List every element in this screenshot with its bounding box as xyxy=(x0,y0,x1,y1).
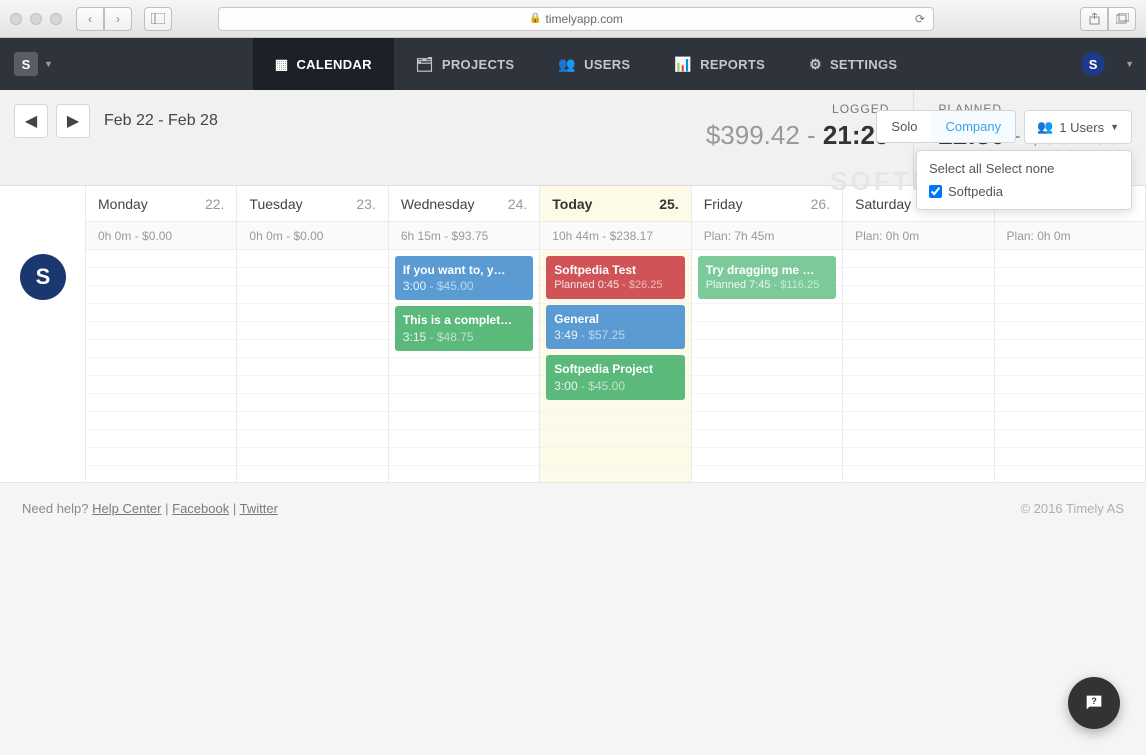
prev-week-button[interactable]: ◀ xyxy=(14,104,48,138)
day-body[interactable]: If you want to, y…3:00 - $45.00 This is a… xyxy=(389,250,539,482)
tab-reports[interactable]: 📊 REPORTS xyxy=(652,38,787,90)
day-column: Today25.10h 44m - $238.17Softpedia TestP… xyxy=(540,186,691,482)
calendar-event[interactable]: Softpedia Project3:00 - $45.00 xyxy=(546,355,684,399)
user-avatar[interactable]: S xyxy=(1081,52,1105,76)
help-chat-button[interactable]: ? xyxy=(1068,677,1120,729)
date-range: Feb 22 - Feb 28 xyxy=(90,90,218,185)
next-week-button[interactable]: ▶ xyxy=(56,104,90,138)
view-mode-segmented: Solo Company xyxy=(876,110,1016,143)
minimize-window-icon[interactable] xyxy=(30,13,42,25)
back-button[interactable]: ‹ xyxy=(76,7,104,31)
user-filter-checkbox[interactable] xyxy=(929,185,942,198)
day-header: Monday22. xyxy=(86,186,236,222)
calendar-event[interactable]: Try dragging me …Planned 7:45 - $116.25 xyxy=(698,256,836,299)
chevron-down-icon[interactable]: ▼ xyxy=(1125,59,1134,69)
select-all-link[interactable]: Select all xyxy=(929,161,982,176)
day-header: Friday26. xyxy=(692,186,842,222)
url-text: timelyapp.com xyxy=(546,12,623,26)
day-body[interactable] xyxy=(86,250,236,482)
day-header: Tuesday23. xyxy=(237,186,387,222)
twitter-link[interactable]: Twitter xyxy=(240,501,278,516)
day-summary: 6h 15m - $93.75 xyxy=(389,222,539,250)
lock-icon: 🔒 xyxy=(529,13,541,24)
seg-company[interactable]: Company xyxy=(931,111,1015,142)
help-center-link[interactable]: Help Center xyxy=(92,501,161,516)
users-icon: 👥 xyxy=(1037,119,1053,135)
main-tabs: ▦ CALENDAR 🗂 PROJECTS 👥 USERS 📊 REPORTS … xyxy=(253,38,919,90)
tabs-button[interactable] xyxy=(1108,7,1136,31)
chevron-down-icon[interactable]: ▼ xyxy=(44,59,53,69)
copyright: © 2016 Timely AS xyxy=(1020,501,1124,516)
row-user-avatar[interactable]: S xyxy=(20,254,66,300)
calendar-grid: S Monday22.0h 0m - $0.00Tuesday23.0h 0m … xyxy=(0,186,1146,483)
seg-solo[interactable]: Solo xyxy=(877,111,931,142)
traffic-lights xyxy=(10,13,62,25)
calendar-event[interactable]: Softpedia TestPlanned 0:45 - $26.25 xyxy=(546,256,684,299)
browser-chrome: ‹ › 🔒 timelyapp.com ⟳ xyxy=(0,0,1146,38)
day-summary: 0h 0m - $0.00 xyxy=(237,222,387,250)
day-summary: 0h 0m - $0.00 xyxy=(86,222,236,250)
header-toolbar: ◀ ▶ Feb 22 - Feb 28 LOGGED $399.42 - 21:… xyxy=(0,90,1146,186)
tab-users[interactable]: 👥 USERS xyxy=(536,38,652,90)
bar-chart-icon: 📊 xyxy=(674,56,692,73)
day-column: Monday22.0h 0m - $0.00 xyxy=(86,186,237,482)
chevron-down-icon: ▼ xyxy=(1110,122,1119,132)
users-dropdown-panel: Select all Select none Softpedia xyxy=(916,150,1132,210)
reload-icon[interactable]: ⟳ xyxy=(915,12,925,26)
day-summary: Plan: 0h 0m xyxy=(843,222,993,250)
calendar-event[interactable]: General3:49 - $57.25 xyxy=(546,305,684,349)
tab-settings[interactable]: ⚙ SETTINGS xyxy=(787,38,919,90)
day-summary: Plan: 0h 0m xyxy=(995,222,1145,250)
day-body[interactable]: Softpedia TestPlanned 0:45 - $26.25 Gener… xyxy=(540,250,690,482)
app-topbar: S ▼ ▦ CALENDAR 🗂 PROJECTS 👥 USERS 📊 REPO… xyxy=(0,38,1146,90)
day-column: Friday26.Plan: 7h 45m Try dragging me …Pl… xyxy=(692,186,843,482)
forward-button[interactable]: › xyxy=(104,7,132,31)
users-dropdown-button[interactable]: 👥 1 Users ▼ xyxy=(1024,110,1132,144)
day-body[interactable] xyxy=(843,250,993,482)
day-body[interactable]: Try dragging me …Planned 7:45 - $116.25 xyxy=(692,250,842,482)
day-header: Today25. xyxy=(540,186,690,222)
day-body[interactable] xyxy=(237,250,387,482)
user-filter-entry[interactable]: Softpedia xyxy=(929,184,1119,199)
gear-icon: ⚙ xyxy=(809,56,822,73)
select-none-link[interactable]: Select none xyxy=(986,161,1055,176)
address-bar[interactable]: 🔒 timelyapp.com ⟳ xyxy=(218,7,934,31)
close-window-icon[interactable] xyxy=(10,13,22,25)
workspace-badge[interactable]: S xyxy=(14,52,38,76)
facebook-link[interactable]: Facebook xyxy=(172,501,229,516)
tab-projects[interactable]: 🗂 PROJECTS xyxy=(394,38,537,90)
maximize-window-icon[interactable] xyxy=(50,13,62,25)
tab-calendar[interactable]: ▦ CALENDAR xyxy=(253,38,394,90)
sidebar-toggle-icon[interactable] xyxy=(144,7,172,31)
day-column: Wednesday24.6h 15m - $93.75If you want t… xyxy=(389,186,540,482)
day-column: Tuesday23.0h 0m - $0.00 xyxy=(237,186,388,482)
share-button[interactable] xyxy=(1080,7,1108,31)
day-header: Wednesday24. xyxy=(389,186,539,222)
day-summary: 10h 44m - $238.17 xyxy=(540,222,690,250)
day-column: SaturdayPlan: 0h 0m xyxy=(843,186,994,482)
day-summary: Plan: 7h 45m xyxy=(692,222,842,250)
calendar-event[interactable]: This is a complet…3:15 - $48.75 xyxy=(395,306,533,350)
footer: Need help? Help Center | Facebook | Twit… xyxy=(0,483,1146,534)
briefcase-icon: 🗂 xyxy=(416,56,434,73)
svg-text:?: ? xyxy=(1091,696,1097,706)
calendar-event[interactable]: If you want to, y…3:00 - $45.00 xyxy=(395,256,533,300)
users-icon: 👥 xyxy=(558,56,576,73)
day-body[interactable] xyxy=(995,250,1145,482)
day-column: Plan: 0h 0m xyxy=(995,186,1146,482)
calendar-icon: ▦ xyxy=(275,56,289,73)
calendar-user-column: S xyxy=(0,186,86,482)
